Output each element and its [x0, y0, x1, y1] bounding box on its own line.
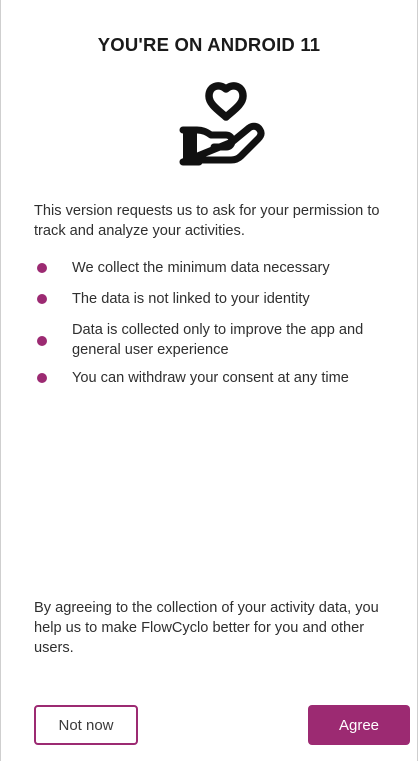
- list-item-text: We collect the minimum data necessary: [72, 260, 330, 276]
- list-item: You can withdraw your consent at any tim…: [34, 368, 404, 388]
- bullet-dot-icon: [37, 336, 47, 346]
- not-now-button[interactable]: Not now: [34, 705, 138, 745]
- bullet-dot-icon: [37, 263, 47, 273]
- bullet-dot-icon: [37, 294, 47, 304]
- consent-explanation-text: By agreeing to the collection of your ac…: [34, 600, 379, 656]
- page-title: YOU'RE ON ANDROID 11: [97, 34, 321, 55]
- intro-text: This version requests us to ask for your…: [34, 203, 380, 239]
- data-policy-list: We collect the minimum data necessary Th…: [34, 258, 404, 388]
- heart-in-hand-icon: [179, 82, 265, 166]
- bullet-dot-icon: [37, 373, 47, 383]
- list-item-text: Data is collected only to improve the ap…: [72, 322, 364, 358]
- list-item-text: The data is not linked to your identity: [72, 291, 310, 307]
- list-item: We collect the minimum data necessary: [34, 258, 404, 278]
- list-item: The data is not linked to your identity: [34, 289, 404, 309]
- agree-button[interactable]: Agree: [308, 705, 410, 745]
- consent-screen: YOU'RE ON ANDROID 11 This version reques…: [0, 0, 418, 761]
- list-item-text: You can withdraw your consent at any tim…: [72, 370, 349, 386]
- list-item: Data is collected only to improve the ap…: [34, 320, 404, 360]
